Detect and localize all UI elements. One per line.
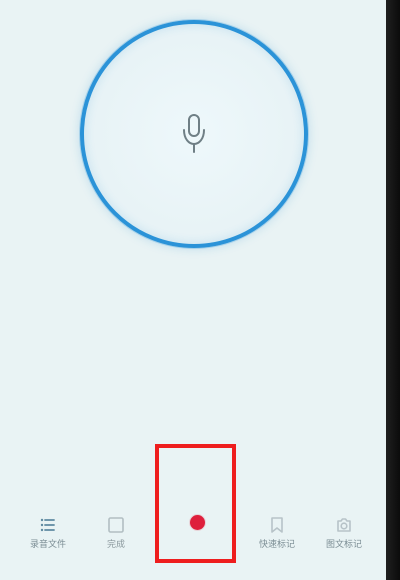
list-icon xyxy=(40,518,55,532)
recordings-files-button[interactable]: 录音文件 xyxy=(17,515,79,550)
microphone-icon xyxy=(183,114,205,153)
finish-button[interactable]: 完成 xyxy=(85,515,147,550)
image-mark-button[interactable]: 图文标记 xyxy=(313,515,375,550)
bookmark-icon xyxy=(271,517,283,533)
record-button-highlight xyxy=(155,444,236,563)
phone-screen: 录音文件 完成 快速标记 图文标记 xyxy=(0,0,400,580)
finish-label: 完成 xyxy=(106,540,125,550)
image-mark-label: 图文标记 xyxy=(325,540,362,550)
quick-mark-button[interactable]: 快速标记 xyxy=(246,515,308,550)
camera-icon xyxy=(337,518,351,532)
quick-mark-label: 快速标记 xyxy=(258,540,295,550)
recorder-screen: 录音文件 完成 快速标记 图文标记 xyxy=(0,0,386,580)
square-icon xyxy=(108,517,124,533)
recording-visualizer xyxy=(80,20,308,248)
recordings-files-label: 录音文件 xyxy=(29,540,66,550)
device-bezel xyxy=(386,0,400,580)
